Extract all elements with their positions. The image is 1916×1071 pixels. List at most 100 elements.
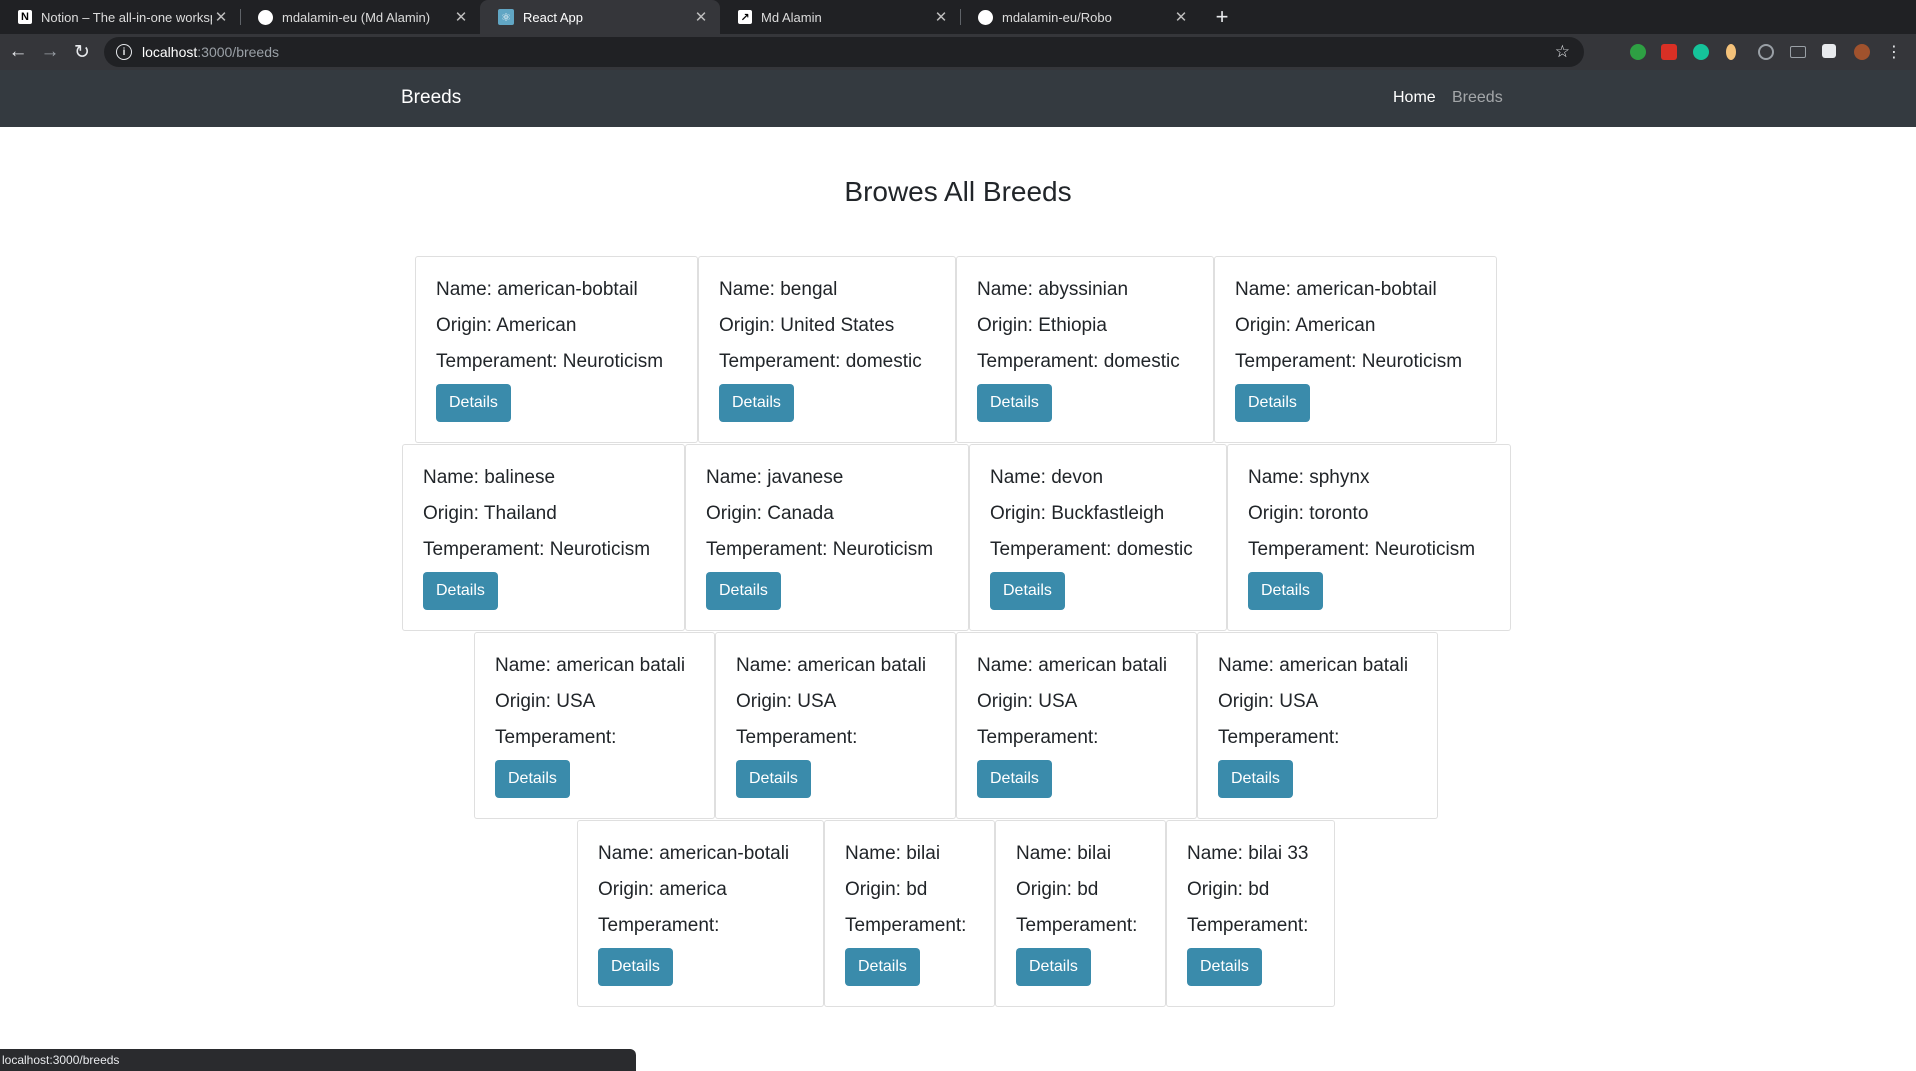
close-icon[interactable]: ✕ [452, 8, 470, 26]
breed-temperament: Temperament: Neuroticism [1235, 351, 1463, 372]
breed-name: Name: american-bobtail [436, 279, 638, 300]
breed-origin: Origin: United States [719, 315, 895, 336]
extensions-puzzle-icon[interactable] [1822, 44, 1836, 58]
breed-name: Name: bengal [719, 279, 838, 300]
breed-origin: Origin: toronto [1248, 503, 1369, 524]
tab-react-app[interactable]: ⚛ React App ✕ [480, 0, 720, 34]
details-button[interactable]: Details [1187, 948, 1262, 986]
breed-card: Name: devon Origin: Buckfastleigh Temperam… [969, 444, 1227, 631]
nav-link-home[interactable]: Home [1393, 89, 1436, 107]
breed-card: Name: bilai 33 Origin: bd Temperament: Deta… [1166, 820, 1335, 1007]
extension-icon[interactable] [1726, 44, 1736, 60]
extension-icon[interactable] [1758, 44, 1774, 60]
navbar-brand[interactable]: Breeds [401, 87, 461, 109]
breed-temperament: Temperament: Neuroticism [1248, 539, 1476, 560]
breed-origin: Origin: bd [1187, 879, 1270, 900]
breed-origin: Origin: American [1235, 315, 1376, 336]
tab-github-robo[interactable]: mdalamin-eu/Robo ✕ [960, 0, 1200, 34]
page-title: Browes All Breeds [844, 176, 1072, 207]
details-button[interactable]: Details [495, 760, 570, 798]
breed-origin: Origin: USA [495, 691, 596, 712]
breed-temperament: Temperament: Neuroticism [436, 351, 664, 372]
avatar[interactable] [1854, 44, 1870, 60]
details-button[interactable]: Details [1235, 384, 1310, 422]
breed-origin: Origin: USA [977, 691, 1078, 712]
details-button[interactable]: Details [990, 572, 1065, 610]
extension-icon[interactable] [1661, 44, 1677, 60]
new-tab-button[interactable]: + [1208, 0, 1236, 34]
url-path: :3000/breeds [197, 44, 279, 60]
breed-origin: Origin: USA [736, 691, 837, 712]
tab-md-alamin[interactable]: ↗ Md Alamin ✕ [720, 0, 960, 34]
github-icon [258, 9, 273, 25]
tab-title: mdalamin-eu/Robo [1002, 9, 1112, 25]
breed-name: Name: sphynx [1248, 467, 1370, 488]
breed-card: Name: american batali Origin: USA Temperam… [715, 632, 956, 819]
url-host: localhost [142, 44, 198, 60]
breed-origin: Origin: Thailand [423, 503, 557, 524]
address-bar[interactable]: i localhost:3000/breeds ☆ [104, 37, 1584, 67]
breed-temperament: Temperament: [845, 915, 967, 936]
bookmark-star-icon[interactable]: ☆ [1555, 42, 1570, 62]
breed-name: Name: american batali [977, 655, 1168, 676]
extension-icon[interactable] [1630, 44, 1646, 60]
browser-toolbar: ← → ↻ i localhost:3000/breeds ☆ ⋮ [0, 34, 1916, 70]
details-button[interactable]: Details [436, 384, 511, 422]
breed-origin: Origin: america [598, 879, 727, 900]
notion-icon: N [18, 10, 32, 24]
details-button[interactable]: Details [1218, 760, 1293, 798]
status-bar-url: localhost:3000/breeds [0, 1049, 636, 1071]
breed-name: Name: american-bobtail [1235, 279, 1437, 300]
details-button[interactable]: Details [736, 760, 811, 798]
close-icon[interactable]: ✕ [692, 8, 710, 26]
breed-origin: Origin: Canada [706, 503, 834, 524]
details-button[interactable]: Details [598, 948, 673, 986]
breed-card: Name: balinese Origin: Thailand Temperamen… [402, 444, 685, 631]
close-icon[interactable]: ✕ [212, 8, 230, 26]
browser-tab-strip: N Notion – The all-in-one worksp ✕ mdala… [0, 0, 1916, 34]
breed-origin: Origin: American [436, 315, 577, 336]
tab-github-profile[interactable]: mdalamin-eu (Md Alamin) ✕ [240, 0, 480, 34]
mail-icon[interactable] [1790, 46, 1806, 58]
grammarly-icon[interactable] [1693, 44, 1709, 60]
app-navbar: Breeds Home Breeds [0, 70, 1916, 127]
breed-name: Name: american batali [1218, 655, 1409, 676]
details-button[interactable]: Details [719, 384, 794, 422]
breed-card: Name: american batali Origin: USA Temperam… [956, 632, 1197, 819]
github-icon [978, 9, 993, 25]
menu-kebab-icon[interactable]: ⋮ [1880, 38, 1908, 66]
profile-icon: ↗ [738, 10, 752, 24]
details-button[interactable]: Details [706, 572, 781, 610]
react-icon: ⚛ [498, 9, 514, 25]
breed-temperament: Temperament: Neuroticism [706, 539, 934, 560]
details-button[interactable]: Details [845, 948, 920, 986]
close-icon[interactable]: ✕ [932, 8, 950, 26]
details-button[interactable]: Details [1016, 948, 1091, 986]
breed-name: Name: american-botali [598, 843, 790, 864]
forward-button[interactable]: → [36, 38, 64, 66]
breed-card: Name: bengal Origin: United States Tempera… [698, 256, 956, 443]
details-button[interactable]: Details [977, 384, 1052, 422]
tab-notion[interactable]: N Notion – The all-in-one worksp ✕ [0, 0, 240, 34]
breed-name: Name: american batali [495, 655, 686, 676]
breed-temperament: Temperament: [495, 727, 617, 748]
breed-origin: Origin: USA [1218, 691, 1319, 712]
breed-card: Name: american-bobtail Origin: American Te… [1214, 256, 1497, 443]
details-button[interactable]: Details [977, 760, 1052, 798]
reload-button[interactable]: ↻ [68, 38, 96, 66]
nav-link-breeds[interactable]: Breeds [1452, 89, 1503, 107]
breed-temperament: Temperament: [598, 915, 720, 936]
close-icon[interactable]: ✕ [1172, 8, 1190, 26]
breed-name: Name: abyssinian [977, 279, 1129, 300]
back-button[interactable]: ← [4, 38, 32, 66]
breed-origin: Origin: Ethiopia [977, 315, 1107, 336]
breed-name: Name: american batali [736, 655, 927, 676]
info-icon[interactable]: i [116, 44, 132, 60]
breed-card: Name: american batali Origin: USA Temperam… [474, 632, 715, 819]
breed-name: Name: bilai 33 [1187, 843, 1309, 864]
breed-temperament: Temperament: Neuroticism [423, 539, 651, 560]
details-button[interactable]: Details [1248, 572, 1323, 610]
details-button[interactable]: Details [423, 572, 498, 610]
breed-origin: Origin: bd [1016, 879, 1099, 900]
breed-name: Name: bilai [845, 843, 941, 864]
